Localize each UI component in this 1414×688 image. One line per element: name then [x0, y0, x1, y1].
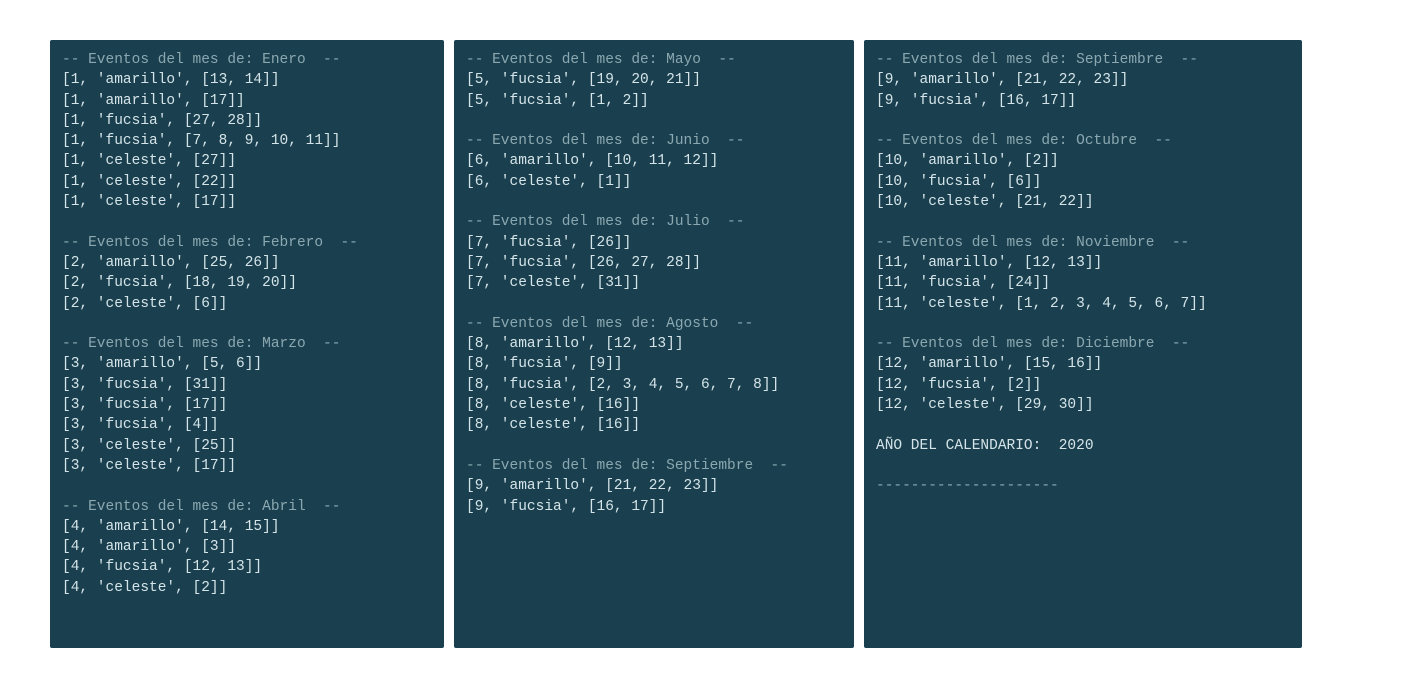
- event-line: [12, 'celeste', [29, 30]]: [876, 397, 1094, 413]
- event-line: [10, 'fucsia', [6]]: [876, 174, 1041, 190]
- event-line: [1, 'celeste', [17]]: [62, 194, 236, 210]
- event-line: [10, 'celeste', [21, 22]]: [876, 194, 1094, 210]
- event-line: [1, 'amarillo', [13, 14]]: [62, 72, 280, 88]
- event-line: [4, 'amarillo', [3]]: [62, 539, 236, 555]
- event-line: [3, 'celeste', [17]]: [62, 458, 236, 474]
- month-header: -- Eventos del mes de: Octubre --: [876, 133, 1172, 149]
- event-line: [12, 'amarillo', [15, 16]]: [876, 356, 1102, 372]
- event-line: [9, 'amarillo', [21, 22, 23]]: [876, 72, 1128, 88]
- event-line: [8, 'fucsia', [2, 3, 4, 5, 6, 7, 8]]: [466, 377, 779, 393]
- event-line: [5, 'fucsia', [19, 20, 21]]: [466, 72, 701, 88]
- event-line: [4, 'fucsia', [12, 13]]: [62, 559, 262, 575]
- event-line: [7, 'fucsia', [26]]: [466, 235, 631, 251]
- event-line: [2, 'celeste', [6]]: [62, 296, 227, 312]
- month-header: -- Eventos del mes de: Marzo --: [62, 336, 340, 352]
- event-line: [6, 'celeste', [1]]: [466, 174, 631, 190]
- terminal-panel-2: -- Eventos del mes de: Mayo -- [5, 'fucs…: [454, 40, 854, 648]
- event-line: [8, 'celeste', [16]]: [466, 417, 640, 433]
- event-line: [8, 'fucsia', [9]]: [466, 356, 623, 372]
- divider-line: ---------------------: [876, 478, 1059, 494]
- terminal-panel-1: -- Eventos del mes de: Enero -- [1, 'ama…: [50, 40, 444, 648]
- event-line: [1, 'fucsia', [7, 8, 9, 10, 11]]: [62, 133, 340, 149]
- month-header: -- Eventos del mes de: Abril --: [62, 499, 340, 515]
- month-header: -- Eventos del mes de: Febrero --: [62, 235, 358, 251]
- event-line: [3, 'celeste', [25]]: [62, 438, 236, 454]
- terminal-container: -- Eventos del mes de: Enero -- [1, 'ama…: [50, 40, 1364, 648]
- event-line: [8, 'celeste', [16]]: [466, 397, 640, 413]
- event-line: [10, 'amarillo', [2]]: [876, 153, 1059, 169]
- event-line: [7, 'celeste', [31]]: [466, 275, 640, 291]
- event-line: [4, 'amarillo', [14, 15]]: [62, 519, 280, 535]
- event-line: [6, 'amarillo', [10, 11, 12]]: [466, 153, 718, 169]
- event-line: [3, 'amarillo', [5, 6]]: [62, 356, 262, 372]
- event-line: [3, 'fucsia', [4]]: [62, 417, 219, 433]
- event-line: [9, 'fucsia', [16, 17]]: [876, 93, 1076, 109]
- month-header: -- Eventos del mes de: Junio --: [466, 133, 744, 149]
- terminal-panel-3: -- Eventos del mes de: Septiembre -- [9,…: [864, 40, 1302, 648]
- event-line: [11, 'fucsia', [24]]: [876, 275, 1050, 291]
- event-line: [3, 'fucsia', [17]]: [62, 397, 227, 413]
- event-line: [1, 'celeste', [27]]: [62, 153, 236, 169]
- month-header: -- Eventos del mes de: Enero --: [62, 52, 340, 68]
- event-line: [1, 'amarillo', [17]]: [62, 93, 245, 109]
- month-header: -- Eventos del mes de: Agosto --: [466, 316, 753, 332]
- event-line: [8, 'amarillo', [12, 13]]: [466, 336, 684, 352]
- month-header: -- Eventos del mes de: Julio --: [466, 214, 744, 230]
- month-header: -- Eventos del mes de: Diciembre --: [876, 336, 1189, 352]
- event-line: [2, 'amarillo', [25, 26]]: [62, 255, 280, 271]
- event-line: [2, 'fucsia', [18, 19, 20]]: [62, 275, 297, 291]
- event-line: [4, 'celeste', [2]]: [62, 580, 227, 596]
- event-line: [5, 'fucsia', [1, 2]]: [466, 93, 649, 109]
- event-line: [7, 'fucsia', [26, 27, 28]]: [466, 255, 701, 271]
- event-line: [1, 'fucsia', [27, 28]]: [62, 113, 262, 129]
- event-line: [1, 'celeste', [22]]: [62, 174, 236, 190]
- event-line: [12, 'fucsia', [2]]: [876, 377, 1041, 393]
- month-header: -- Eventos del mes de: Septiembre --: [876, 52, 1198, 68]
- month-header: -- Eventos del mes de: Mayo --: [466, 52, 736, 68]
- calendar-year-line: AÑO DEL CALENDARIO: 2020: [876, 438, 1094, 454]
- event-line: [11, 'amarillo', [12, 13]]: [876, 255, 1102, 271]
- event-line: [9, 'amarillo', [21, 22, 23]]: [466, 478, 718, 494]
- month-header: -- Eventos del mes de: Noviembre --: [876, 235, 1189, 251]
- event-line: [3, 'fucsia', [31]]: [62, 377, 227, 393]
- event-line: [11, 'celeste', [1, 2, 3, 4, 5, 6, 7]]: [876, 296, 1207, 312]
- event-line: [9, 'fucsia', [16, 17]]: [466, 499, 666, 515]
- month-header: -- Eventos del mes de: Septiembre --: [466, 458, 788, 474]
